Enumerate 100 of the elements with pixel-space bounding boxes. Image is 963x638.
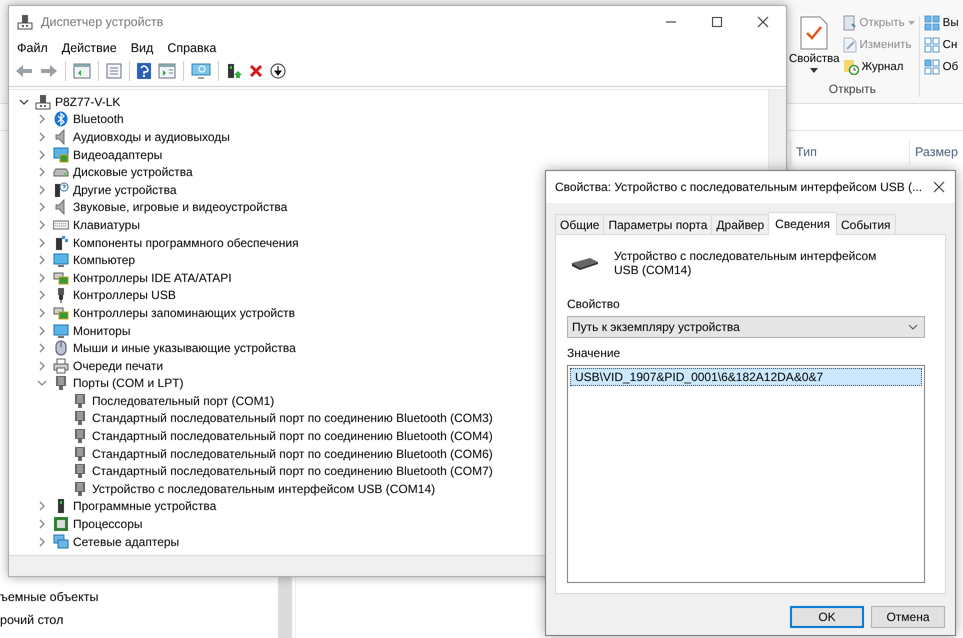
tree-item[interactable]: Стандартный последовательный порт по соединению Bluetooth (COM7)	[92, 464, 493, 478]
property-dropdown[interactable]: Путь к экземпляру устройства	[567, 316, 925, 338]
network-adapter-icon	[53, 534, 69, 550]
back-icon[interactable]	[15, 63, 33, 79]
open-file-icon	[842, 15, 856, 31]
tree-item[interactable]: Контроллеры запоминающих устройств	[73, 306, 295, 320]
dropdown-chevron-icon	[908, 324, 918, 330]
caret-icon	[908, 21, 915, 25]
document-check-icon	[799, 16, 830, 50]
dialog-title: Свойства: Устройство с последовательным интерфейсом USB (...	[555, 180, 922, 194]
select-option[interactable]: Об	[922, 58, 960, 76]
value-label: Значение	[567, 346, 622, 360]
port-icon	[72, 463, 88, 480]
display-adapter-icon	[53, 146, 69, 163]
tree-item[interactable]: Стандартный последовательный порт по соединению Bluetooth (COM4)	[92, 429, 493, 444]
ok-button[interactable]: OK	[790, 606, 864, 628]
close-icon[interactable]	[933, 181, 945, 193]
action-pane-icon[interactable]	[158, 63, 176, 79]
computer-icon	[35, 94, 51, 110]
tab[interactable]: Параметры порта	[603, 214, 712, 234]
tab[interactable]: Сведения	[768, 212, 837, 235]
menu-item[interactable]: Действие	[62, 41, 117, 55]
device-manager-icon	[17, 14, 33, 30]
grid-icon	[924, 37, 940, 53]
console-tree-icon[interactable]	[73, 63, 91, 79]
download-icon[interactable]	[270, 63, 286, 79]
tree-item[interactable]: Сетевые адаптеры	[73, 534, 180, 549]
scrollbar[interactable]	[278, 577, 292, 638]
tab[interactable]: Общие	[555, 214, 604, 234]
tree-item[interactable]: Компоненты программного обеспечения	[73, 236, 299, 250]
tree-item[interactable]: Стандартный последовательный порт по соединению Bluetooth (COM6)	[92, 446, 493, 461]
tree-item[interactable]: Последовательный порт (COM1)	[92, 394, 274, 408]
port-icon	[72, 410, 88, 426]
tab[interactable]: Драйвер	[711, 214, 770, 234]
forward-icon[interactable]	[40, 63, 58, 79]
tree-item[interactable]: Устройство с последовательным интерфейсом USB (COM14)	[92, 482, 436, 496]
port-icon	[72, 480, 88, 497]
unknown-device-icon	[53, 182, 69, 198]
menu-item[interactable]: Справка	[167, 41, 216, 55]
controller-card-icon	[53, 270, 69, 286]
history-button[interactable]: Журнал	[842, 58, 916, 76]
update-driver-icon[interactable]	[226, 63, 242, 79]
ribbon-group-label: Открыть	[828, 82, 876, 96]
tree-item[interactable]: Клавиатуры	[73, 218, 140, 232]
scan-monitor-icon[interactable]	[191, 63, 211, 79]
controller-card-icon	[53, 304, 69, 321]
port-icon	[72, 392, 88, 409]
menu-item[interactable]: Вид	[130, 41, 154, 55]
uninstall-icon[interactable]	[249, 64, 263, 78]
edit-document-icon	[842, 37, 856, 53]
tree-item[interactable]: Программные устройства	[73, 499, 216, 514]
monitor-icon	[53, 252, 69, 268]
column-header[interactable]: Размер	[909, 139, 963, 165]
chevron-icon[interactable]	[19, 96, 29, 107]
tree-item[interactable]: Другие устройства	[73, 182, 177, 197]
list-item[interactable]: USB\VID_1907&PID_0001\6&182A12DA&0&7	[570, 368, 922, 386]
tree-item[interactable]: P8Z77-V-LK	[55, 94, 120, 109]
tree-item[interactable]: Аудиовходы и аудиовыходы	[73, 130, 230, 144]
nav-item[interactable]: ъемные объекты	[0, 586, 278, 609]
port-icon	[72, 428, 88, 444]
port-icon	[72, 446, 88, 462]
nav-item[interactable]: рочий стол	[0, 609, 278, 632]
tree-item[interactable]: Звуковые, игровые и видеоустройства	[73, 200, 288, 214]
tree-item[interactable]: Порты (COM и LPT)	[73, 376, 184, 390]
grid-icon	[924, 59, 940, 75]
monitor-icon	[53, 322, 69, 339]
mouse-icon	[53, 340, 69, 356]
tree-item[interactable]: Видеоадаптеры	[73, 148, 162, 162]
tree-item[interactable]: Процессоры	[73, 517, 142, 532]
tree-item[interactable]: Контроллеры IDE ATA/ATAPI	[73, 270, 232, 285]
tree-item[interactable]: Компьютер	[73, 253, 136, 268]
column-header[interactable]: Тип	[790, 139, 909, 165]
tree-item[interactable]: Bluetooth	[73, 112, 124, 126]
property-label: Свойство	[567, 297, 621, 311]
menu-item[interactable]: Файл	[17, 41, 48, 55]
port-icon	[53, 375, 69, 392]
select-option[interactable]: Сн	[922, 36, 960, 54]
maximize-icon[interactable]	[711, 16, 723, 28]
properties-icon[interactable]	[106, 63, 122, 79]
printer-icon	[53, 358, 69, 374]
help-icon[interactable]	[137, 63, 151, 79]
tree-item[interactable]: Контроллеры USB	[73, 288, 176, 302]
tree-item[interactable]: Мыши и иные указывающие устройства	[73, 341, 296, 356]
tree-item[interactable]: Стандартный последовательный порт по соединению Bluetooth (COM3)	[92, 411, 493, 426]
component-icon	[53, 234, 69, 251]
tab[interactable]: События	[836, 214, 896, 234]
caret-icon	[810, 68, 818, 73]
tree-item[interactable]: Дисковые устройства	[73, 165, 193, 180]
properties-button[interactable]: Свойства	[789, 14, 840, 76]
value-list[interactable]: USB\VID_1907&PID_0001\6&182A12DA&0&7	[567, 365, 925, 583]
tree-item[interactable]: Мониторы	[73, 324, 130, 338]
tree-item[interactable]: Очереди печати	[73, 358, 164, 373]
processor-icon	[53, 516, 69, 532]
window-title: Диспетчер устройств	[41, 15, 164, 29]
history-icon	[842, 59, 858, 75]
bluetooth-icon	[53, 111, 69, 128]
grid-icon	[924, 15, 940, 31]
select-option[interactable]: Вы	[922, 14, 960, 32]
close-icon[interactable]	[757, 16, 769, 28]
cancel-button[interactable]: Отмена	[871, 606, 945, 628]
